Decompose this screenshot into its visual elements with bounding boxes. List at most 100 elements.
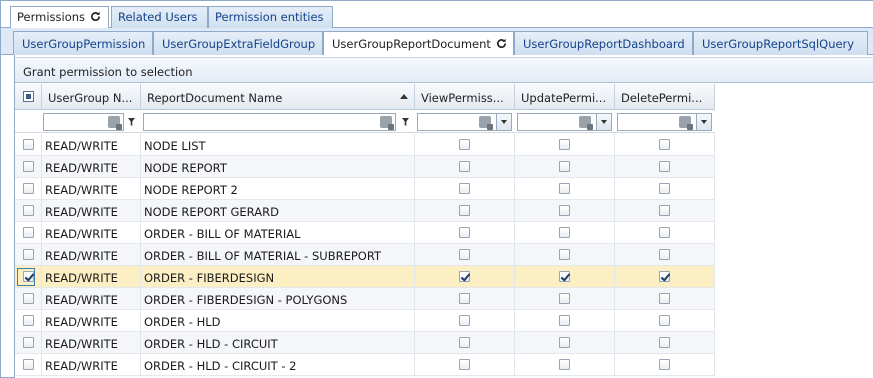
reportdocument-filter-input[interactable]: [143, 113, 396, 131]
delete-permission-checkbox[interactable]: [659, 161, 670, 172]
row-select-checkbox[interactable]: [23, 183, 34, 194]
view-permission-checkbox[interactable]: [459, 359, 470, 370]
table-row[interactable]: READ/WRITE ORDER - FIBERDESIGN - POLYGONS: [15, 288, 715, 310]
column-header-usergroup[interactable]: UserGroup N...: [42, 84, 141, 110]
refresh-icon[interactable]: [90, 11, 101, 22]
view-permission-checkbox[interactable]: [459, 315, 470, 326]
column-header-delete[interactable]: DeletePermi...: [615, 84, 715, 110]
usergroup-cell: READ/WRITE: [42, 178, 141, 199]
update-permission-checkbox[interactable]: [559, 183, 570, 194]
table-row[interactable]: READ/WRITE ORDER - HLD: [15, 310, 715, 332]
table-row[interactable]: READ/WRITE ORDER - HLD - CIRCUIT: [15, 332, 715, 354]
chevron-down-icon[interactable]: [496, 114, 511, 130]
row-select-checkbox[interactable]: [23, 161, 34, 172]
column-header-view[interactable]: ViewPermiss...: [415, 84, 515, 110]
table-row[interactable]: READ/WRITE ORDER - BILL OF MATERIAL: [15, 222, 715, 244]
row-select-checkbox[interactable]: [23, 315, 34, 326]
row-select-checkbox[interactable]: [23, 293, 34, 304]
grant-permission-button[interactable]: Grant permission to selection: [15, 57, 873, 83]
tab-usergroupreportdashboard[interactable]: UserGroupReportDashboard: [514, 31, 693, 55]
row-select-cell: [15, 178, 42, 199]
delete-permission-checkbox[interactable]: [659, 271, 670, 282]
update-permission-checkbox[interactable]: [559, 227, 570, 238]
filter-options-icon[interactable]: [380, 116, 394, 130]
chevron-down-icon[interactable]: [596, 114, 611, 130]
view-permission-cell: [415, 332, 515, 353]
delete-permission-checkbox[interactable]: [659, 227, 670, 238]
update-permission-checkbox[interactable]: [559, 337, 570, 348]
tab-usergrouppermission[interactable]: UserGroupPermission: [13, 31, 153, 55]
table-row[interactable]: READ/WRITE ORDER - BILL OF MATERIAL - SUB…: [15, 244, 715, 266]
tab-usergroupreportdocument[interactable]: UserGroupReportDocument: [323, 31, 514, 56]
refresh-icon[interactable]: [496, 38, 507, 49]
tab-usergroupextrafieldgroup[interactable]: UserGroupExtraFieldGroup: [153, 31, 323, 55]
select-all-checkbox[interactable]: [23, 91, 34, 102]
filter-options-icon[interactable]: [108, 116, 122, 130]
tab-usergroupreportsqlquery[interactable]: UserGroupReportSqlQuery: [693, 31, 868, 55]
filter-funnel-icon[interactable]: [128, 118, 135, 126]
delete-permission-checkbox[interactable]: [659, 337, 670, 348]
table-row[interactable]: READ/WRITE ORDER - HLD - CIRCUIT - 2: [15, 354, 715, 376]
tab-label: Permission entities: [215, 10, 324, 24]
usergroup-filter-input[interactable]: [43, 113, 124, 131]
view-permission-cell: [415, 200, 515, 221]
delete-filter-select[interactable]: [617, 113, 712, 131]
delete-permission-checkbox[interactable]: [659, 315, 670, 326]
row-select-checkbox[interactable]: [23, 337, 34, 348]
reportdocument-cell: ORDER - FIBERDESIGN: [141, 266, 415, 287]
table-row[interactable]: READ/WRITE NODE REPORT 2: [15, 178, 715, 200]
update-permission-checkbox[interactable]: [559, 161, 570, 172]
view-permission-cell: [415, 222, 515, 243]
row-select-checkbox[interactable]: [23, 227, 34, 238]
row-select-checkbox[interactable]: [23, 139, 34, 150]
view-permission-cell: [415, 156, 515, 177]
update-permission-checkbox[interactable]: [559, 293, 570, 304]
column-header-update[interactable]: UpdatePermi...: [515, 84, 615, 110]
top-tab-strip: Permissions Related Users Permission ent…: [1, 1, 873, 29]
delete-permission-cell: [615, 222, 715, 243]
column-header-label: DeletePermi...: [621, 91, 703, 105]
delete-permission-checkbox[interactable]: [659, 183, 670, 194]
table-row[interactable]: READ/WRITE NODE REPORT GERARD: [15, 200, 715, 222]
view-permission-checkbox[interactable]: [459, 337, 470, 348]
view-filter-select[interactable]: [417, 113, 512, 131]
delete-permission-cell: [615, 134, 715, 155]
delete-permission-checkbox[interactable]: [659, 293, 670, 304]
view-permission-checkbox[interactable]: [459, 205, 470, 216]
view-permission-checkbox[interactable]: [459, 271, 470, 282]
update-permission-checkbox[interactable]: [559, 139, 570, 150]
row-select-checkbox[interactable]: [23, 271, 34, 282]
row-select-checkbox[interactable]: [23, 249, 34, 260]
view-permission-checkbox[interactable]: [459, 139, 470, 150]
column-header-reportdocument[interactable]: ReportDocument Name: [141, 84, 415, 110]
table-row[interactable]: READ/WRITE ORDER - FIBERDESIGN: [15, 266, 715, 288]
view-permission-cell: [415, 244, 515, 265]
view-permission-checkbox[interactable]: [459, 161, 470, 172]
chevron-down-icon[interactable]: [696, 114, 711, 130]
view-permission-checkbox[interactable]: [459, 227, 470, 238]
row-select-checkbox[interactable]: [23, 205, 34, 216]
filter-funnel-icon[interactable]: [402, 118, 409, 126]
update-permission-checkbox[interactable]: [559, 359, 570, 370]
table-row[interactable]: READ/WRITE NODE LIST: [15, 134, 715, 156]
update-permission-checkbox[interactable]: [559, 271, 570, 282]
row-select-cell: [15, 332, 42, 353]
view-permission-checkbox[interactable]: [459, 183, 470, 194]
view-permission-checkbox[interactable]: [459, 293, 470, 304]
view-permission-checkbox[interactable]: [459, 249, 470, 260]
delete-permission-cell: [615, 178, 715, 199]
tab-permission-entities[interactable]: Permission entities: [208, 6, 333, 28]
row-select-cell: [15, 354, 42, 375]
tab-related-users[interactable]: Related Users: [111, 6, 208, 28]
row-select-checkbox[interactable]: [23, 359, 34, 370]
update-permission-checkbox[interactable]: [559, 249, 570, 260]
update-permission-checkbox[interactable]: [559, 205, 570, 216]
delete-permission-checkbox[interactable]: [659, 205, 670, 216]
delete-permission-checkbox[interactable]: [659, 249, 670, 260]
update-filter-select[interactable]: [517, 113, 612, 131]
delete-permission-checkbox[interactable]: [659, 359, 670, 370]
delete-permission-checkbox[interactable]: [659, 139, 670, 150]
update-permission-checkbox[interactable]: [559, 315, 570, 326]
table-row[interactable]: READ/WRITE NODE REPORT: [15, 156, 715, 178]
tab-permissions[interactable]: Permissions: [10, 6, 109, 29]
